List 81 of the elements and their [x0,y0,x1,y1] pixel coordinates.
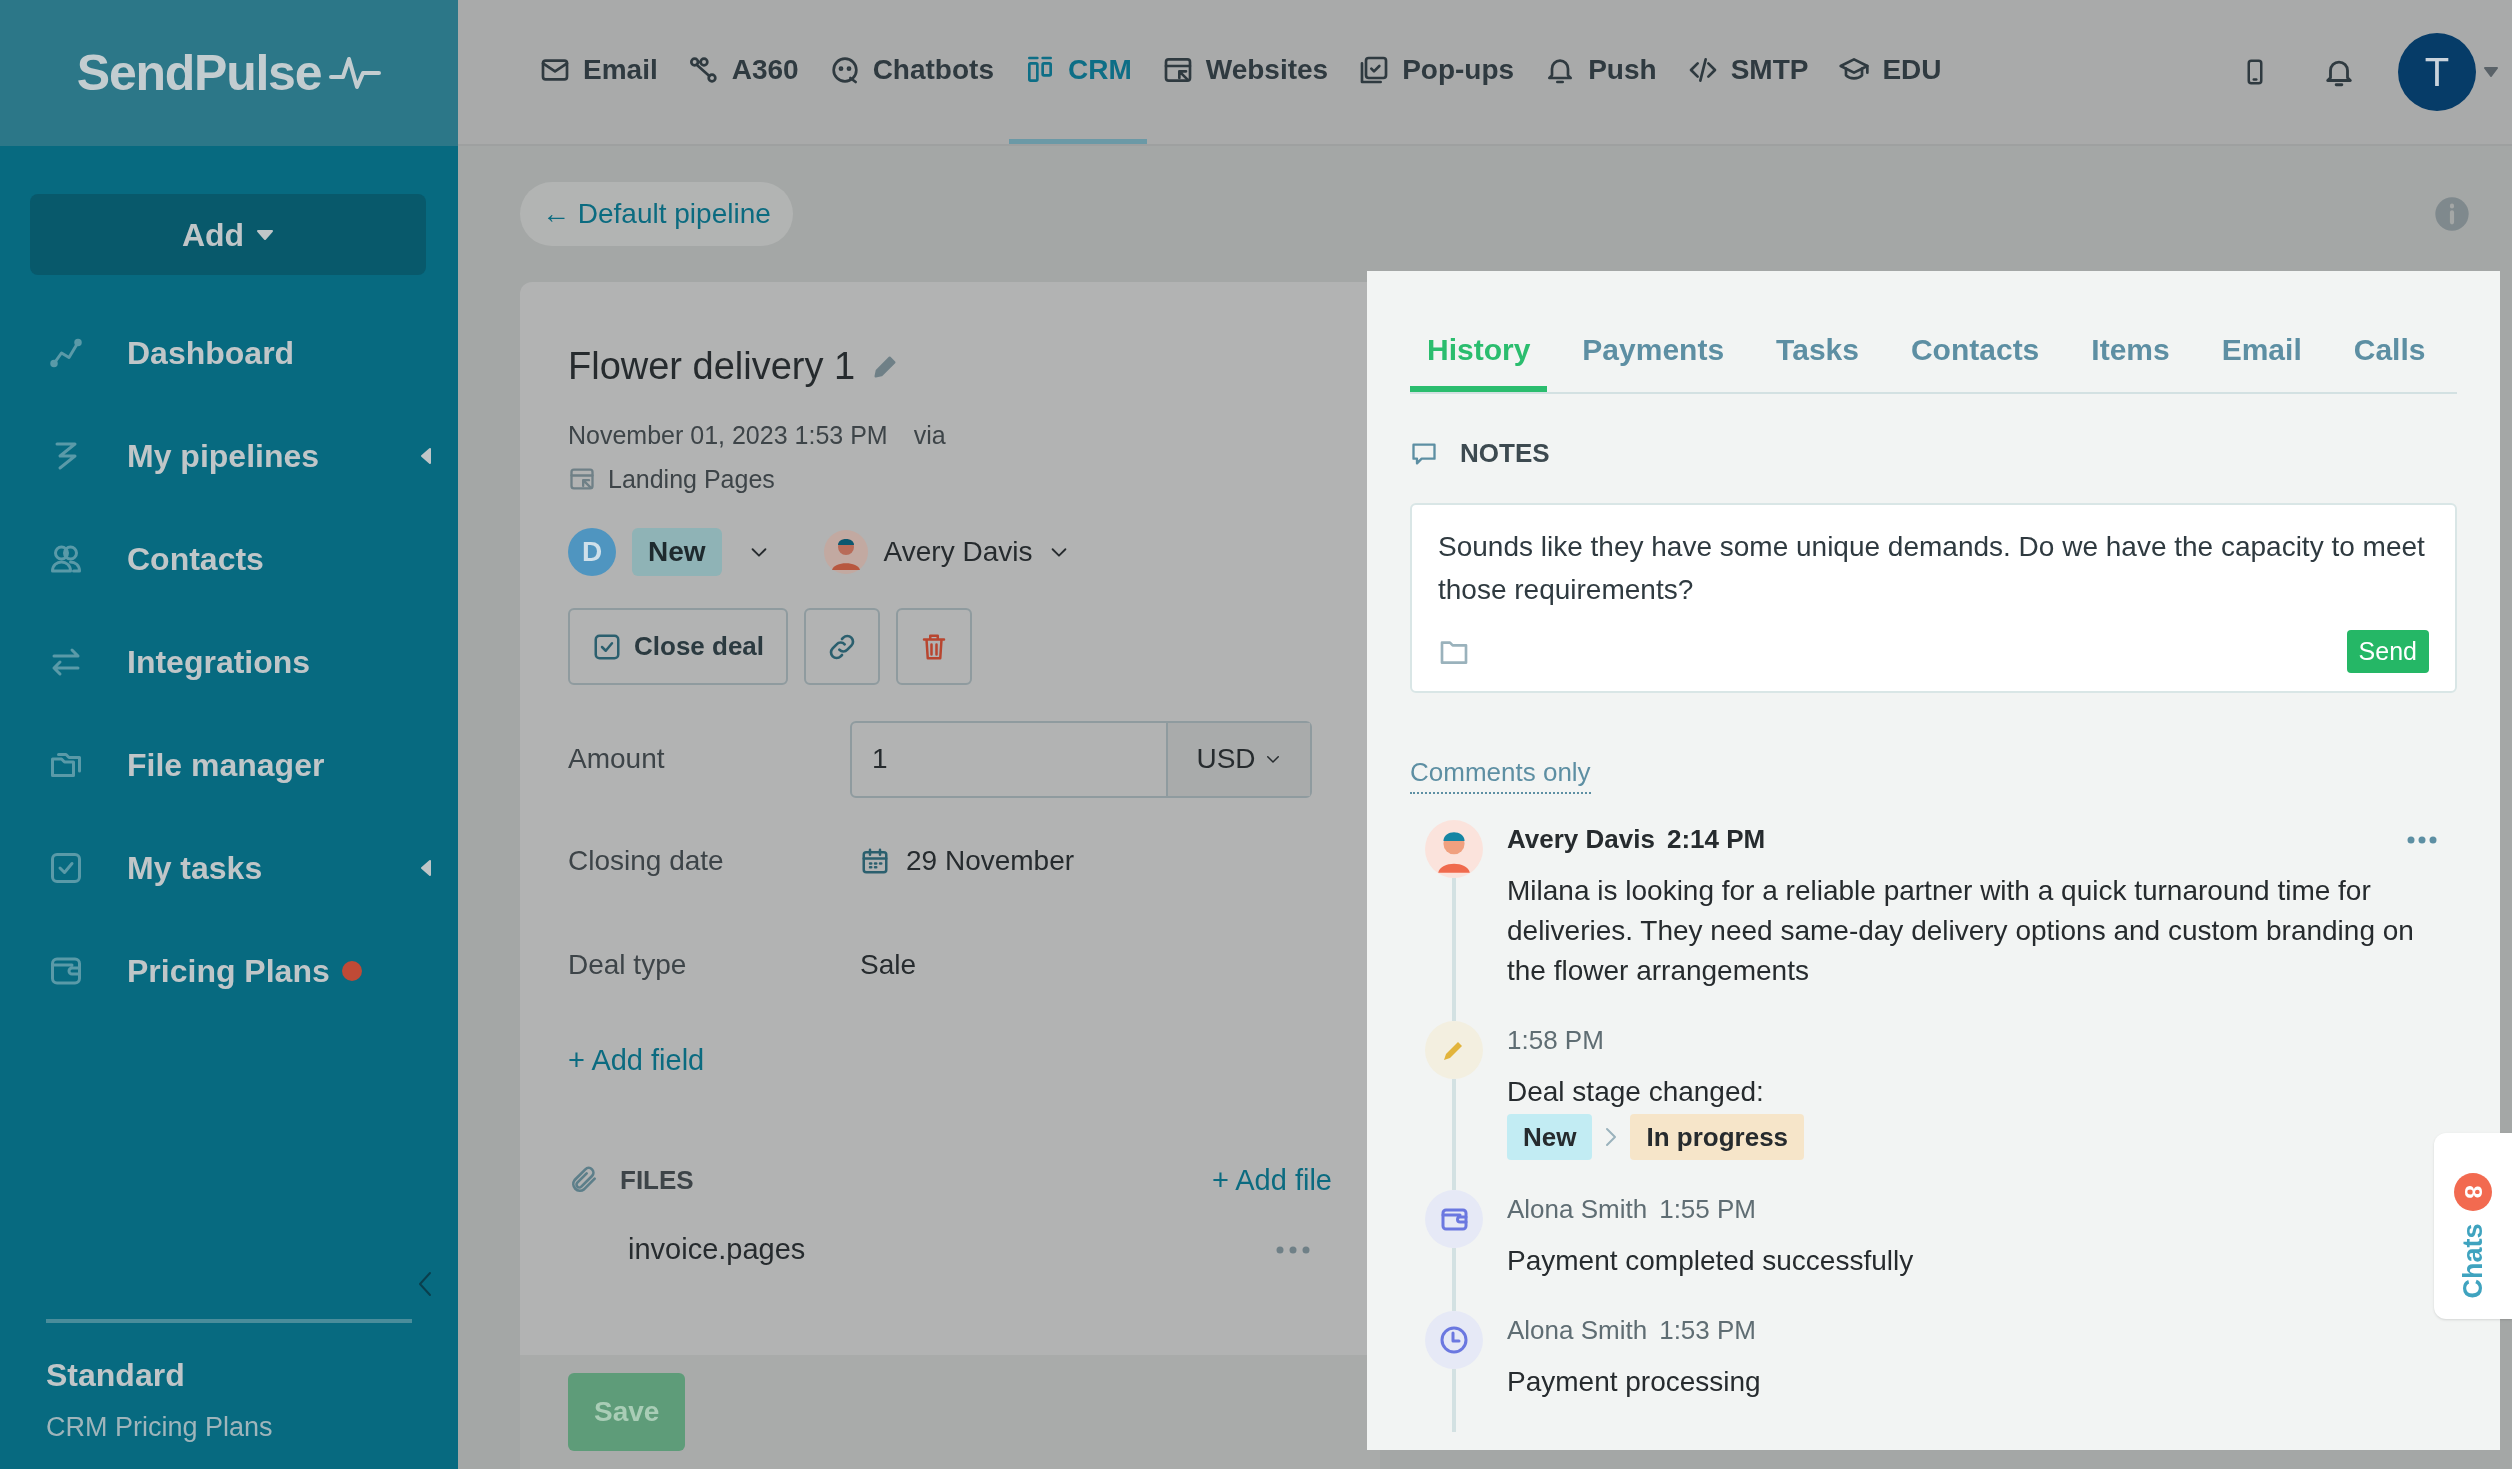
event-text: Milana is looking for a reliable partner with a quick turnaround time for deliveries. They need same-day delivery options and custom branding on the flower arrangements [1507,874,2415,988]
person-avatar-icon [823,530,868,574]
panel-tab[interactable]: Contacts [1893,312,2057,392]
panel-tab[interactable]: Payments [1565,312,1742,392]
pipeline-avatar: D [568,528,616,576]
field-value: 29 November [906,844,1075,878]
add-file-link[interactable]: + Add file [1211,1158,1332,1202]
author-name: Alona Smith [1507,1193,1648,1226]
amount-field[interactable]: 1 USD [850,720,1312,798]
nav-tab[interactable]: Email [524,0,673,144]
field-value: Sale [859,948,917,982]
pencil-icon [1425,1021,1483,1079]
link-button[interactable] [804,608,881,685]
source-label: Landing Pages [608,463,775,495]
caret-down-icon [2484,67,2498,77]
nav-tab[interactable]: Pop-ups [1343,0,1530,144]
panel-tab[interactable]: Items [2074,312,2187,392]
calendar-icon [860,846,890,876]
clock-icon [1425,1311,1483,1369]
close-deal-button[interactable]: Close deal [568,608,789,685]
nav-tab[interactable]: SMTP [1671,0,1824,144]
author-name: Alona Smith [1507,1314,1648,1347]
person-avatar-icon [1425,820,1483,878]
file-name: invoice.pages [628,1232,806,1267]
event-text: Deal stage changed: [1507,1075,1765,1109]
sidebar-item[interactable]: My tasks [0,816,458,919]
created-date: November 01, 2023 1:53 PM [568,420,888,451]
info-icon [2432,194,2472,234]
panel-tab[interactable]: Calls [2336,312,2443,392]
wallet-icon [1425,1190,1483,1248]
nav-tab[interactable]: EDU [1823,0,1957,144]
add-field-link[interactable]: + Add field [568,1039,705,1083]
nav-tab[interactable]: Push [1529,0,1672,144]
event-text: Payment processing [1507,1365,1762,1399]
stage-tag: In progress [1630,1114,1805,1160]
nav-tab[interactable]: A360 [672,0,814,144]
chats-button[interactable]: 8 Chats [2434,1133,2512,1319]
back-link[interactable]: ← Default pipeline [520,182,793,246]
author-name: Avery Davis [1507,823,1655,856]
comments-only-link[interactable]: Comments only [1410,753,1591,794]
owner-dropdown[interactable]: Avery Davis [823,530,1071,574]
plan-subtitle: CRM Pricing Plans [46,1410,274,1444]
sidebar-item[interactable]: My pipelines [0,404,458,507]
logo-text: SendPulse [76,43,322,103]
sidebar-item[interactable]: Integrations [0,610,458,713]
panel-tab[interactable]: Email [2204,312,2319,392]
field-label: Deal type [568,948,688,982]
deal-title: Flower delivery 1 [568,344,856,389]
send-button[interactable]: Send [2346,630,2429,673]
more-dots-icon [1276,1245,1310,1254]
event-time: 1:53 PM [1659,1314,1756,1347]
panel-tab[interactable]: History [1410,312,1548,392]
event-text: Payment completed successfully [1507,1244,1915,1278]
via-label: via [913,420,946,451]
delete-button[interactable] [896,608,973,685]
event-time: 1:55 PM [1659,1193,1756,1226]
files-heading: FILES [620,1163,694,1197]
note-input-box[interactable]: Sounds like they have some unique demands. Do we have the capacity to meet those requirements? Send [1410,503,2457,693]
note-text: Sounds like they have some unique demands. Do we have the capacity to meet those requirements? [1438,530,2426,607]
chat-count-badge: 8 [2454,1173,2492,1211]
event-time: 2:14 PM [1666,823,1766,856]
field-label: Amount [568,742,666,776]
save-button[interactable]: Save [568,1373,686,1451]
sidebar-item[interactable]: Contacts [0,507,458,610]
stage-tag: New [1507,1114,1593,1160]
nav-tab[interactable]: Websites [1146,0,1344,144]
currency-dropdown[interactable]: USD [1168,722,1310,796]
more-dots-icon [2407,835,2437,844]
sidebar-item[interactable]: File manager [0,713,458,816]
panel-tab[interactable]: Tasks [1759,312,1876,392]
user-avatar[interactable]: T [2398,33,2476,111]
add-button[interactable]: Add [30,194,426,275]
sidebar-item[interactable]: Pricing Plans [0,919,458,1022]
nav-tab[interactable]: Chatbots [813,0,1009,144]
notes-heading: NOTES [1460,437,1550,470]
event-time: 1:58 PM [1507,1024,1604,1057]
nav-tab[interactable]: CRM [1008,0,1147,144]
field-label: Closing date [568,844,725,878]
caret-down-icon [256,228,275,241]
plan-name: Standard [46,1355,186,1395]
sidebar-item[interactable]: Dashboard [0,301,458,404]
